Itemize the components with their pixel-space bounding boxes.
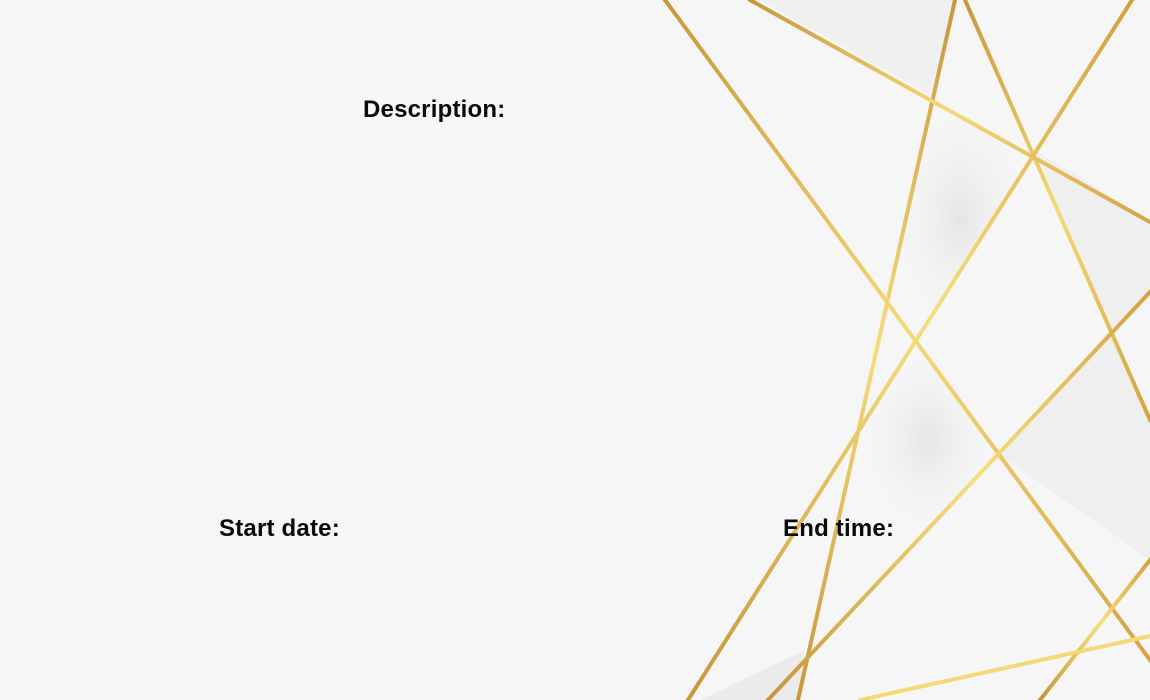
gold-line (747, 0, 1150, 225)
gold-line (795, 0, 958, 700)
gold-line (662, 0, 1150, 663)
gold-line (857, 633, 1150, 700)
description-label: Description: (363, 96, 506, 123)
gold-geometric-lines-icon (662, 0, 1150, 700)
start-date-label: Start date: (219, 515, 340, 542)
form-page: Description: Start date: End time: (0, 0, 1150, 700)
gold-line (962, 0, 1150, 423)
gold-line (1037, 557, 1150, 700)
end-time-label: End time: (783, 515, 895, 542)
gold-line (685, 0, 1135, 700)
gold-line (765, 289, 1150, 700)
